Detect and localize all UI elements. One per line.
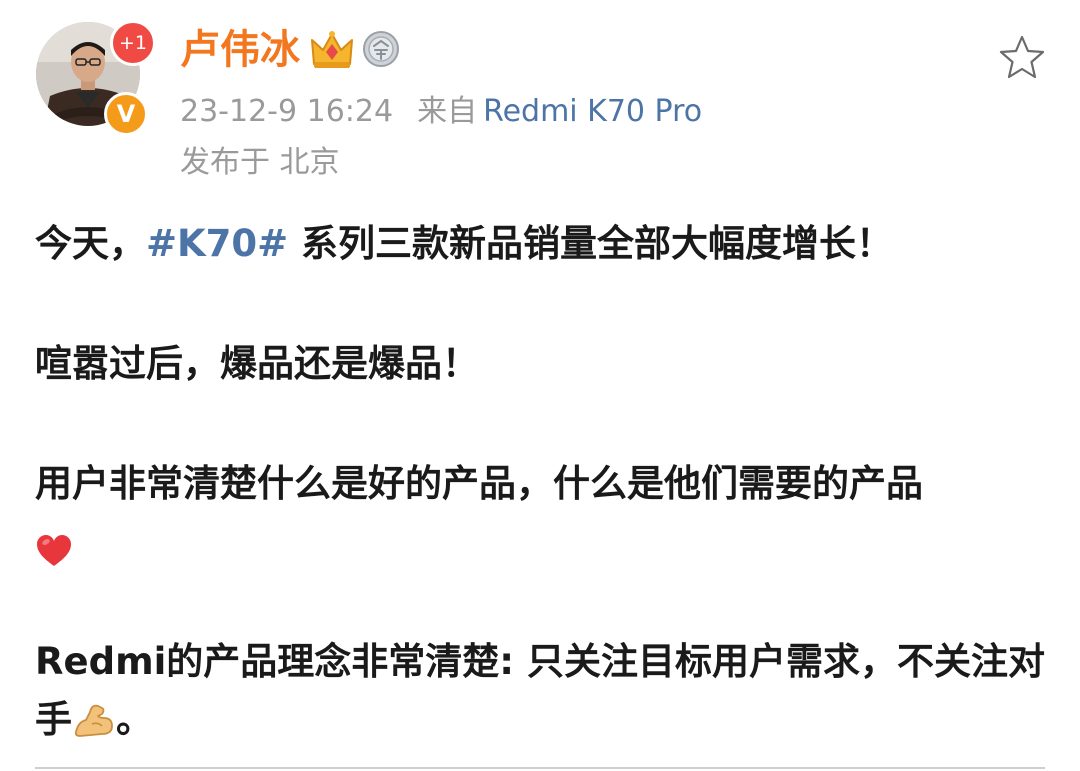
favorite-star-icon[interactable] [998,34,1046,80]
post-body: 今天，#K70# 系列三款新品销量全部大幅度增长！ 喧嚣过后，爆品还是爆品！ 用… [35,215,1050,749]
source-label: 来自 [417,94,478,129]
post-location: 发布于 北京 [180,145,340,180]
text: 今天， [35,222,146,265]
post-meta: 23-12-9 16:24 来自 Redmi K70 Pro [180,92,702,132]
flexed-biceps-icon [72,697,116,737]
heart-icon [35,527,73,566]
source-device-link[interactable]: Redmi K70 Pro [483,94,702,129]
paragraph-2: 喧嚣过后，爆品还是爆品！ [35,342,479,385]
text: Redmi的产品理念非常清楚: 只关注目标用户需求，不关注对手 [35,640,1045,741]
weibo-post: +1 V 卢伟冰 23-12-9 16:24 来自 Redmi K70 Pro 发布… [0,0,1080,771]
text: 。 [116,698,153,741]
verified-badge: V [104,92,148,136]
follow-count-badge: +1 [110,20,156,66]
author-name[interactable]: 卢伟冰 [180,26,300,74]
post-timestamp: 23-12-9 16:24 [180,94,394,129]
text: 系列三款新品销量全部大幅度增长！ [288,222,894,265]
paragraph-4: Redmi的产品理念非常清楚: 只关注目标用户需求，不关注对手。 [35,633,1050,749]
paragraph-1: 今天，#K70# 系列三款新品销量全部大幅度增长！ [35,215,1050,273]
medal-icon[interactable] [362,30,400,68]
paragraph-3: 用户非常清楚什么是好的产品，什么是他们需要的产品 [35,455,1050,571]
divider [35,767,1045,769]
crown-icon[interactable] [310,30,354,70]
hashtag-link[interactable]: #K70# [146,222,288,265]
text: 用户非常清楚什么是好的产品，什么是他们需要的产品 [35,462,923,505]
